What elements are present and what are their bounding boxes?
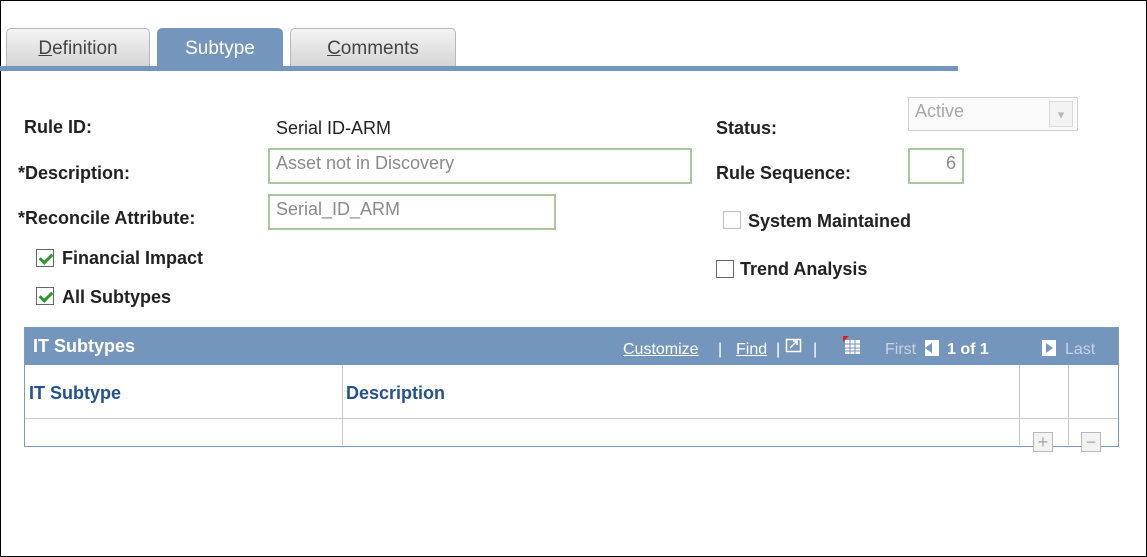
last-label: Last	[1065, 341, 1096, 358]
financial-impact-checkbox[interactable]	[36, 249, 54, 267]
download-grid-icon[interactable]	[841, 334, 863, 356]
reconcile-attribute-label: *Reconcile Attribute:	[18, 208, 196, 228]
status-select[interactable]: Active ▾	[908, 97, 1078, 131]
description-field[interactable]: Asset not in Discovery	[268, 148, 692, 184]
customize-link[interactable]: Customize	[623, 341, 699, 359]
trend-analysis-label: Trend Analysis	[740, 259, 868, 279]
description-label: *Description:	[18, 163, 131, 183]
grid-title: IT Subtypes	[33, 336, 136, 356]
column-divider	[1068, 365, 1069, 445]
grid-header: IT Subtypes Customize | Find | | First 1…	[25, 328, 1118, 365]
status-label: Status:	[716, 118, 778, 138]
first-label: First	[885, 341, 917, 358]
system-maintained-label: System Maintained	[748, 211, 912, 231]
column-divider	[1019, 365, 1020, 445]
header-row-divider	[25, 418, 1118, 419]
find-link[interactable]: Find	[736, 341, 767, 359]
column-header-it-subtype[interactable]: IT Subtype	[29, 383, 121, 404]
tab-underline	[0, 66, 958, 71]
trend-analysis-checkbox[interactable]	[716, 260, 734, 278]
system-maintained-checkbox[interactable]	[723, 211, 741, 229]
next-arrow-icon[interactable]	[1042, 340, 1056, 356]
row-range: 1 of 1	[947, 341, 989, 358]
all-subtypes-checkbox[interactable]	[36, 287, 54, 305]
nav-separator: |	[718, 341, 723, 358]
tab-comments[interactable]: Comments	[290, 28, 456, 67]
add-row-button[interactable]: +	[1033, 432, 1053, 452]
all-subtypes-label: All Subtypes	[62, 287, 172, 307]
previous-arrow-icon[interactable]	[925, 340, 939, 356]
rule-sequence-field[interactable]: 6	[908, 148, 964, 184]
column-header-description[interactable]: Description	[346, 383, 445, 404]
reconcile-attribute-field[interactable]: Serial_ID_ARM	[268, 194, 556, 230]
nav-separator: |	[813, 341, 818, 358]
rule-id-value: Serial ID-ARM	[276, 118, 392, 138]
delete-row-button[interactable]: −	[1081, 432, 1101, 452]
rule-sequence-label: Rule Sequence:	[716, 163, 852, 183]
view-all-icon[interactable]	[785, 336, 803, 354]
tab-bar: Definition Subtype Comments	[0, 28, 960, 68]
nav-separator: |	[776, 341, 781, 358]
tab-subtype[interactable]: Subtype	[157, 28, 283, 67]
chevron-down-icon[interactable]: ▾	[1049, 101, 1073, 127]
it-subtypes-grid: IT Subtypes Customize | Find | | First 1…	[24, 327, 1119, 452]
tab-definition[interactable]: Definition	[6, 28, 150, 67]
page-frame	[0, 0, 1147, 557]
column-divider	[342, 365, 343, 445]
rule-id-label: Rule ID:	[24, 117, 93, 137]
financial-impact-label: Financial Impact	[62, 248, 204, 268]
